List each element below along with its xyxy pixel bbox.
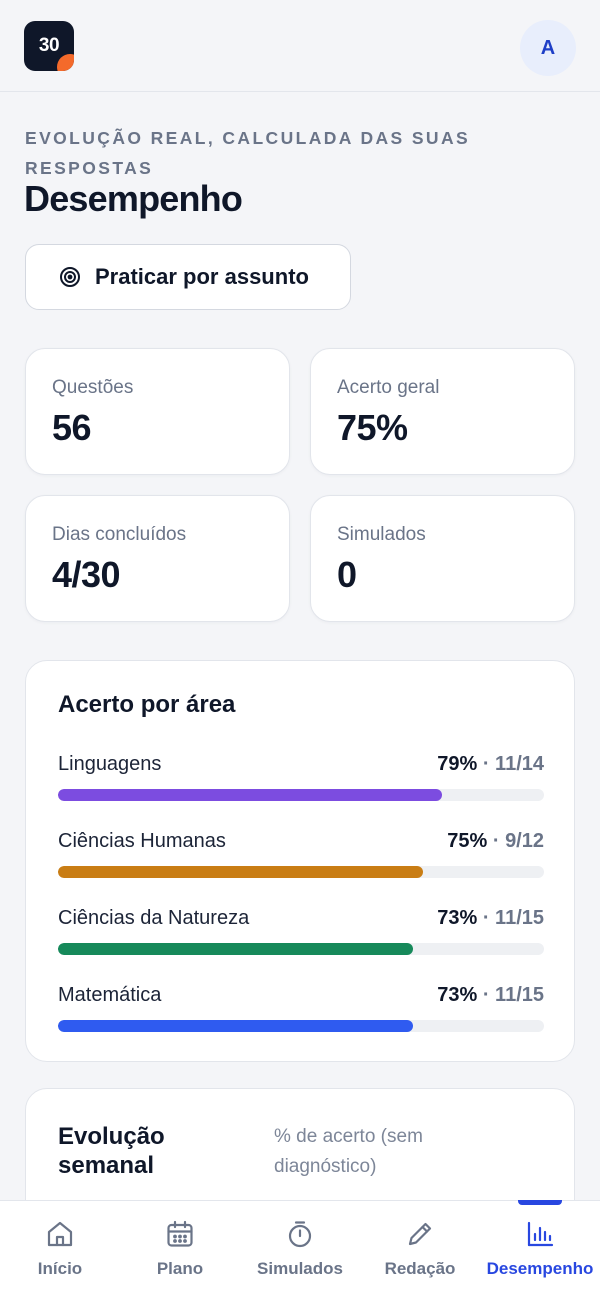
stat-label: Dias concluídos — [52, 524, 187, 545]
nav-item-inicio[interactable]: Início — [0, 1201, 120, 1298]
area-percent: 73% — [437, 984, 478, 1006]
progress-fill — [58, 866, 423, 878]
nav-label: Desempenho — [486, 1259, 594, 1278]
stat-card-overall-accuracy: Acerto geral 75% — [310, 348, 575, 475]
area-stat: 73% · 11/15 — [437, 984, 544, 1006]
area-fraction: 9/12 — [505, 830, 544, 852]
area-percent: 73% — [437, 907, 478, 929]
page-eyebrow: Evolução real, calculada das suas respos… — [25, 128, 471, 178]
bottom-nav: Início Plano Simulados Redação Desempenh… — [0, 1200, 600, 1298]
stat-card-simulations: Simulados 0 — [310, 495, 575, 622]
stat-value: 75% — [337, 407, 408, 448]
stat-value: 56 — [52, 407, 92, 448]
stat-label: Simulados — [337, 524, 426, 545]
calendar-icon — [167, 1220, 193, 1247]
stat-card-days-completed: Dias concluídos 4/30 — [25, 495, 290, 622]
stat-value: 4/30 — [52, 554, 121, 595]
stat-card-questions: Questões 56 — [25, 348, 290, 475]
target-icon — [59, 266, 81, 288]
area-row-matematica: Matemática 73% · 11/15 — [58, 984, 544, 1044]
progress-track — [58, 789, 544, 801]
stopwatch-icon — [288, 1221, 312, 1248]
active-tab-indicator — [518, 1200, 562, 1205]
area-percent: 75% — [447, 830, 488, 852]
stat-label: Questões — [52, 377, 134, 398]
progress-track — [58, 1020, 544, 1032]
stat-label: Acerto geral — [337, 377, 440, 398]
area-name: Linguagens — [58, 753, 162, 775]
area-name: Ciências da Natureza — [58, 907, 250, 929]
progress-fill — [58, 943, 413, 955]
area-fraction: 11/15 — [495, 907, 544, 929]
home-icon — [47, 1221, 73, 1247]
practice-by-subject-button[interactable]: Praticar por assunto — [25, 244, 351, 310]
practice-button-label: Praticar por assunto — [95, 264, 309, 289]
nav-item-plano[interactable]: Plano — [120, 1201, 240, 1298]
stat-value: 0 — [337, 554, 357, 595]
avatar[interactable]: A — [520, 20, 576, 76]
top-bar: 30 A — [0, 0, 600, 92]
progress-fill — [58, 789, 442, 801]
area-stat: 79% · 11/14 — [437, 753, 544, 775]
area-stat: 73% · 11/15 — [437, 907, 544, 929]
accuracy-by-area-card: Acerto por área Linguagens 79% · 11/14 C… — [25, 660, 575, 1062]
card-title: Evolução semanal — [58, 1123, 165, 1179]
area-name: Ciências Humanas — [58, 830, 226, 852]
area-row-ciencias-humanas: Ciências Humanas 75% · 9/12 — [58, 830, 544, 890]
area-fraction: 11/15 — [495, 984, 544, 1006]
nav-label: Plano — [156, 1259, 204, 1278]
area-stat: 75% · 9/12 — [447, 830, 544, 852]
nav-label: Redação — [384, 1259, 456, 1278]
area-fraction: 11/14 — [495, 753, 544, 775]
progress-track — [58, 866, 544, 878]
card-title: Acerto por área — [58, 691, 236, 718]
page-title: Desempenho — [24, 178, 243, 219]
nav-item-simulados[interactable]: Simulados — [240, 1201, 360, 1298]
area-row-linguagens: Linguagens 79% · 11/14 — [58, 753, 544, 813]
card-subtitle: % de acerto (sem diagnóstico) — [274, 1126, 423, 1177]
pencil-icon — [408, 1222, 432, 1246]
nav-label: Simulados — [257, 1259, 343, 1278]
app-logo[interactable]: 30 — [24, 21, 74, 71]
nav-item-redacao[interactable]: Redação — [360, 1201, 480, 1298]
progress-fill — [58, 1020, 413, 1032]
area-name: Matemática — [58, 984, 162, 1006]
progress-track — [58, 943, 544, 955]
area-row-ciencias-natureza: Ciências da Natureza 73% · 11/15 — [58, 907, 544, 967]
nav-item-desempenho[interactable]: Desempenho — [480, 1200, 600, 1298]
area-percent: 79% — [437, 753, 478, 775]
nav-label: Início — [37, 1259, 83, 1278]
bar-chart-icon — [527, 1221, 554, 1247]
